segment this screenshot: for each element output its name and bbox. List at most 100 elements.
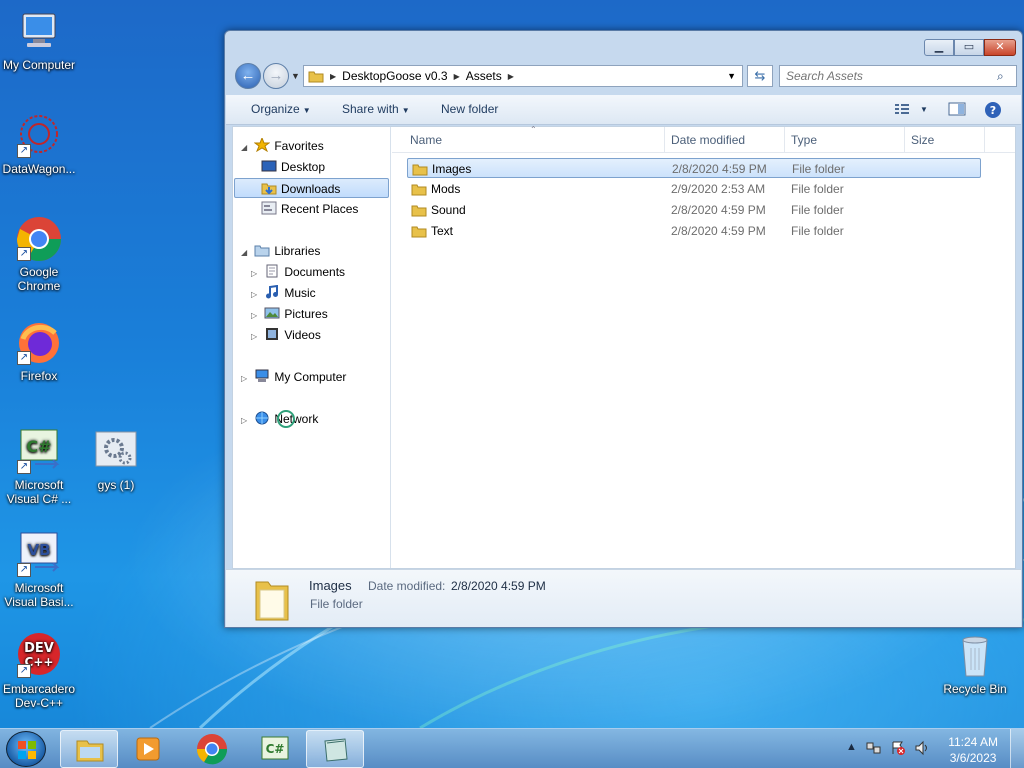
taskbar-media-player[interactable]	[118, 730, 176, 768]
collapsed-arrow-icon[interactable]: ▷	[251, 327, 261, 347]
breadcrumb-desktopgoose[interactable]: DesktopGoose v0.3	[342, 69, 447, 83]
show-desktop-button[interactable]	[1010, 729, 1024, 768]
address-bar[interactable]: ▶ DesktopGoose v0.3 ▶ Assets ▶ ▼	[303, 65, 743, 87]
file-type: File folder	[791, 224, 844, 238]
column-size[interactable]: Size	[911, 133, 934, 147]
expanded-arrow-icon[interactable]: ◢	[241, 138, 251, 158]
file-row-images[interactable]: Images 2/8/2020 4:59 PM File folder	[407, 158, 981, 178]
taskbar-chrome[interactable]	[183, 730, 241, 768]
nav-recent-places[interactable]: Recent Places	[261, 199, 358, 219]
visual-csharp-icon: C#	[261, 736, 289, 760]
nav-label: My Computer	[274, 370, 347, 384]
desktop-icon-visual-basic[interactable]: VB ↗ Microsoft Visual Basi...	[0, 531, 81, 609]
nav-videos[interactable]: ▷ Videos	[251, 325, 321, 345]
maximize-button[interactable]: ▭	[954, 39, 984, 56]
desktop-icon-my-computer[interactable]: My Computer	[0, 8, 81, 72]
file-list-pane[interactable]: ⌃ Name Date modified Type Size Images 2/…	[392, 125, 1015, 568]
nav-documents[interactable]: ▷ Documents	[251, 262, 345, 282]
share-with-button[interactable]: Share with ▼	[342, 102, 410, 116]
navigation-pane[interactable]: ◢ Favorites Desktop Downloads Recent Pla…	[233, 127, 391, 568]
nav-my-computer[interactable]: ▷ My Computer	[241, 367, 346, 387]
taskbar-visual-csharp[interactable]: C#	[246, 730, 304, 768]
taskbar-explorer[interactable]	[60, 730, 118, 768]
system-clock[interactable]: 11:24 AM 3/6/2023	[948, 734, 998, 766]
column-divider[interactable]	[664, 127, 665, 153]
action-center-icon[interactable]	[890, 740, 906, 759]
address-dropdown-icon[interactable]: ▼	[721, 71, 742, 81]
column-divider[interactable]	[904, 127, 905, 153]
file-date: 2/8/2020 4:59 PM	[671, 203, 766, 217]
organize-label: Organize	[251, 102, 300, 116]
desktop-icon-visual-csharp[interactable]: C# ↗ Microsoft Visual C# ...	[0, 428, 81, 506]
expanded-arrow-icon[interactable]: ◢	[241, 243, 251, 263]
back-button[interactable]: ←	[235, 63, 261, 89]
nav-label: Recent Places	[281, 202, 359, 216]
network-icon	[254, 411, 270, 425]
organize-button[interactable]: Organize ▼	[251, 102, 311, 116]
file-row-sound[interactable]: Sound 2/8/2020 4:59 PM File folder	[407, 200, 981, 220]
desktop-icon-chrome[interactable]: ↗ Google Chrome	[0, 215, 81, 293]
file-date: 2/9/2020 2:53 AM	[671, 182, 766, 196]
breadcrumb-assets[interactable]: Assets	[466, 69, 502, 83]
nav-downloads[interactable]: Downloads	[234, 178, 389, 198]
collapsed-arrow-icon[interactable]: ▷	[251, 306, 261, 326]
desktop-icon-dev-cpp[interactable]: DEV C++ ↗ Embarcadero Dev-C++	[0, 632, 81, 710]
preview-pane-icon[interactable]	[948, 101, 966, 117]
visual-csharp-icon: C# ↗	[15, 428, 63, 476]
nav-music[interactable]: ▷ Music	[251, 283, 316, 303]
nav-pictures[interactable]: ▷ Pictures	[251, 304, 328, 324]
explorer-icon	[76, 740, 104, 762]
shortcut-arrow-icon: ↗	[17, 351, 31, 365]
collapsed-arrow-icon[interactable]: ▷	[251, 264, 261, 284]
refresh-button[interactable]: ⇆	[747, 65, 773, 87]
column-name[interactable]: Name	[410, 133, 442, 147]
refresh-icon: ⇆	[754, 68, 766, 83]
navigation-bar: ← → ▼ ▶ DesktopGoose v0.3 ▶ Assets ▶ ▼ ⇆…	[233, 63, 1017, 89]
explorer-window[interactable]: ▁ ▭ ✕ ← → ▼ ▶ DesktopGoose v0.3 ▶ Assets…	[224, 30, 1023, 628]
collapsed-arrow-icon[interactable]: ▷	[241, 411, 251, 431]
start-button[interactable]	[6, 731, 46, 767]
collapsed-arrow-icon[interactable]: ▷	[251, 285, 261, 305]
desktop-icon-gys[interactable]: gys (1)	[74, 428, 158, 492]
taskbar-window[interactable]	[306, 730, 364, 768]
file-row-text[interactable]: Text 2/8/2020 4:59 PM File folder	[407, 221, 981, 241]
desktop-icon-firefox[interactable]: ↗ Firefox	[0, 319, 81, 383]
breadcrumb-separator-icon[interactable]: ▶	[454, 72, 460, 81]
recycle-bin-icon	[951, 632, 999, 680]
file-row-mods[interactable]: Mods 2/9/2020 2:53 AM File folder	[407, 179, 981, 199]
desktop-icon-recycle-bin[interactable]: Recycle Bin	[933, 632, 1017, 696]
dev-cpp-icon: DEV C++ ↗	[15, 632, 63, 680]
downloads-folder-icon	[261, 181, 277, 195]
view-dropdown-icon[interactable]: ▼	[920, 105, 928, 114]
forward-button[interactable]: →	[263, 63, 289, 89]
nav-favorites[interactable]: ◢ Favorites	[241, 136, 324, 156]
column-type[interactable]: Type	[791, 133, 817, 147]
nav-libraries[interactable]: ◢ Libraries	[241, 241, 320, 261]
chevron-down-icon: ▼	[302, 106, 311, 115]
media-player-icon	[136, 737, 160, 761]
caption-buttons: ▁ ▭ ✕	[924, 39, 1016, 56]
minimize-button[interactable]: ▁	[924, 39, 954, 56]
close-button[interactable]: ✕	[984, 39, 1016, 56]
column-divider[interactable]	[984, 127, 985, 153]
desktop-icon-datawagon[interactable]: ↗ DataWagon...	[0, 112, 81, 176]
volume-icon[interactable]	[914, 740, 930, 759]
file-name: Mods	[431, 182, 461, 196]
recent-pages-dropdown-icon[interactable]: ▼	[291, 71, 300, 81]
details-date-value: 2/8/2020 4:59 PM	[451, 579, 546, 593]
breadcrumb-separator-icon[interactable]: ▶	[330, 72, 336, 81]
new-folder-button[interactable]: New folder	[441, 102, 498, 116]
column-divider[interactable]	[784, 127, 785, 153]
help-icon[interactable]: ?	[984, 101, 1002, 118]
view-options-icon[interactable]	[894, 101, 912, 117]
network-tray-icon[interactable]	[866, 740, 882, 759]
file-name: Text	[431, 224, 454, 238]
show-hidden-icons-icon[interactable]: ▲	[846, 741, 857, 753]
collapsed-arrow-icon[interactable]: ▷	[241, 369, 251, 389]
breadcrumb-separator-icon[interactable]: ▶	[508, 72, 514, 81]
search-input[interactable]	[779, 65, 1017, 87]
nav-desktop[interactable]: Desktop	[261, 157, 325, 177]
file-name: Images	[432, 162, 472, 176]
column-date-modified[interactable]: Date modified	[671, 133, 745, 147]
search-icon[interactable]: ⌕	[997, 69, 1004, 84]
